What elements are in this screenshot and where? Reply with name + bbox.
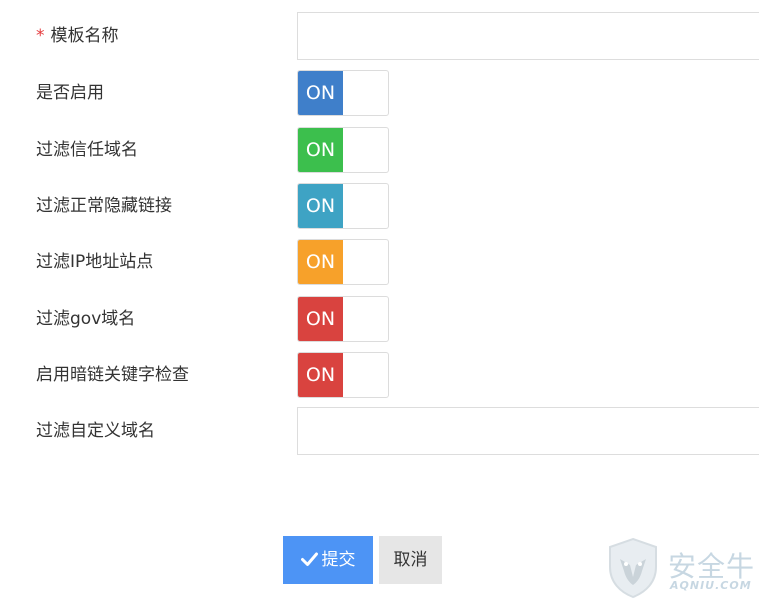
custom-domain-input[interactable] [297, 407, 759, 455]
filter-gov-domains-toggle[interactable]: ON [297, 296, 389, 342]
dark-link-keyword-check-toggle[interactable]: ON [297, 352, 389, 398]
filter-ip-sites-toggle-on: ON [298, 240, 343, 284]
check-icon [300, 552, 318, 566]
submit-button[interactable]: 提交 [283, 536, 373, 584]
dark-link-keyword-check-toggle-on: ON [298, 353, 343, 397]
watermark-logo: 安全牛 AQNIU.COM [606, 537, 756, 599]
template-form: * 模板名称 是否启用 ON 过滤信任域名 ON 过滤正常隐藏链接 ON 过滤IP… [0, 0, 759, 603]
filter-hidden-links-toggle-on: ON [298, 184, 343, 228]
custom-domain-label: 过滤自定义域名 [36, 421, 155, 441]
watermark-subtext: AQNIU.COM [670, 579, 752, 592]
template-name-input[interactable] [297, 12, 759, 60]
filter-ip-sites-label: 过滤IP地址站点 [36, 252, 154, 272]
enabled-toggle[interactable]: ON [297, 70, 389, 116]
enabled-label: 是否启用 [36, 83, 104, 103]
filter-gov-domains-label: 过滤gov域名 [36, 309, 136, 329]
filter-ip-sites-toggle[interactable]: ON [297, 239, 389, 285]
filter-trusted-domains-label: 过滤信任域名 [36, 140, 138, 160]
dark-link-keyword-check-label: 启用暗链关键字检查 [36, 365, 189, 385]
required-mark: * [36, 26, 45, 46]
filter-hidden-links-toggle[interactable]: ON [297, 183, 389, 229]
shield-icon [609, 537, 657, 599]
filter-trusted-domains-toggle[interactable]: ON [297, 127, 389, 173]
enabled-toggle-on: ON [298, 71, 343, 115]
submit-label: 提交 [321, 550, 356, 570]
cancel-button[interactable]: 取消 [379, 536, 442, 584]
template-name-label: * 模板名称 [36, 26, 119, 46]
filter-hidden-links-label: 过滤正常隐藏链接 [36, 196, 172, 216]
filter-gov-domains-toggle-on: ON [298, 297, 343, 341]
filter-trusted-domains-toggle-on: ON [298, 128, 343, 172]
